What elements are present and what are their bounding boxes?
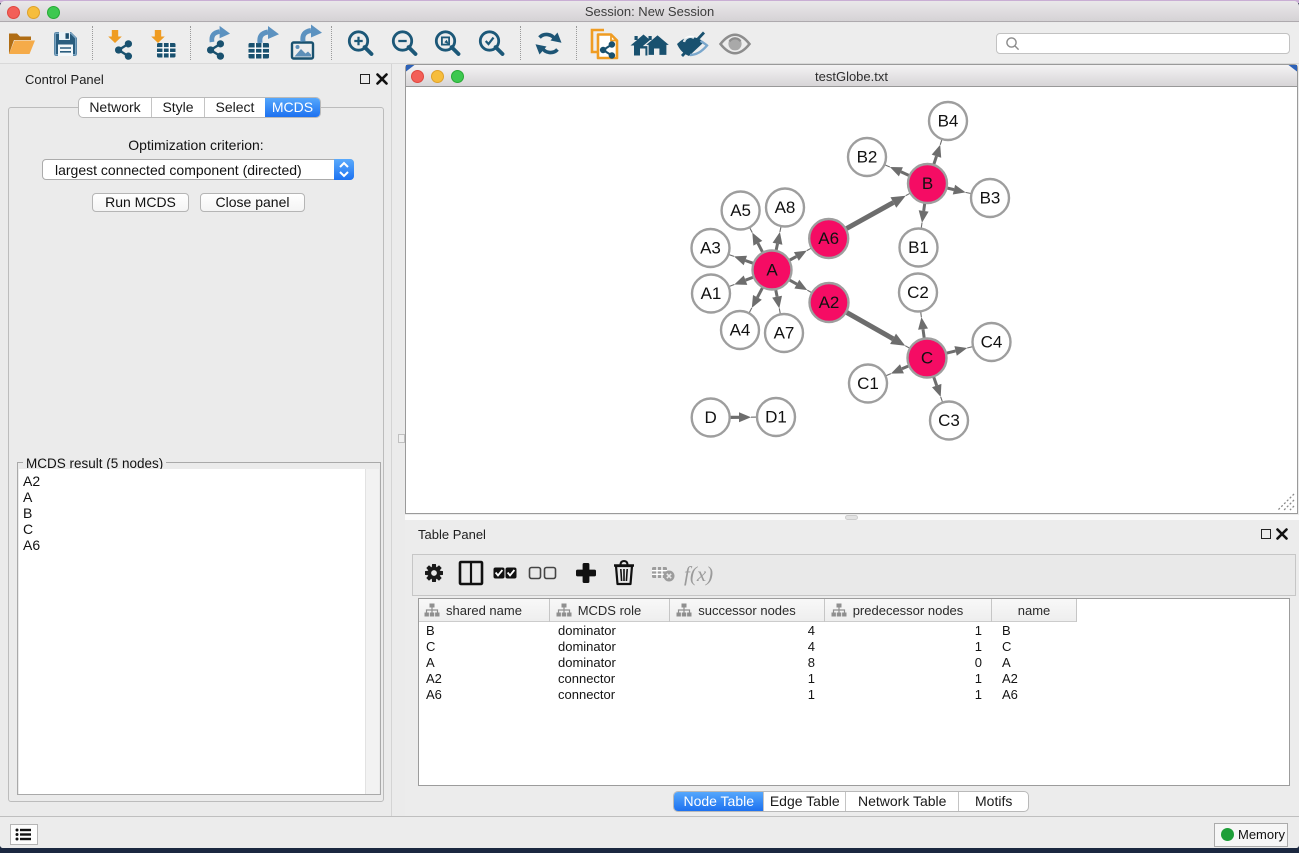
svg-text:B2: B2 [857, 148, 878, 167]
svg-text:A6: A6 [818, 229, 839, 248]
svg-text:B3: B3 [980, 189, 1001, 208]
svg-text:A1: A1 [701, 284, 722, 303]
svg-text:C: C [921, 349, 933, 368]
svg-text:A3: A3 [700, 239, 721, 258]
svg-text:A5: A5 [730, 201, 751, 220]
svg-text:C3: C3 [938, 411, 960, 430]
svg-text:A4: A4 [730, 321, 751, 340]
svg-text:B4: B4 [938, 112, 959, 131]
svg-text:B: B [922, 174, 933, 193]
svg-text:C1: C1 [857, 374, 879, 393]
svg-text:D1: D1 [765, 408, 787, 427]
svg-text:C4: C4 [981, 333, 1003, 352]
svg-text:A: A [766, 261, 778, 280]
svg-text:D: D [705, 408, 717, 427]
svg-text:C2: C2 [907, 283, 929, 302]
svg-text:A7: A7 [774, 324, 795, 343]
svg-text:B1: B1 [908, 238, 929, 257]
svg-text:A2: A2 [819, 293, 840, 312]
svg-text:A8: A8 [775, 198, 796, 217]
